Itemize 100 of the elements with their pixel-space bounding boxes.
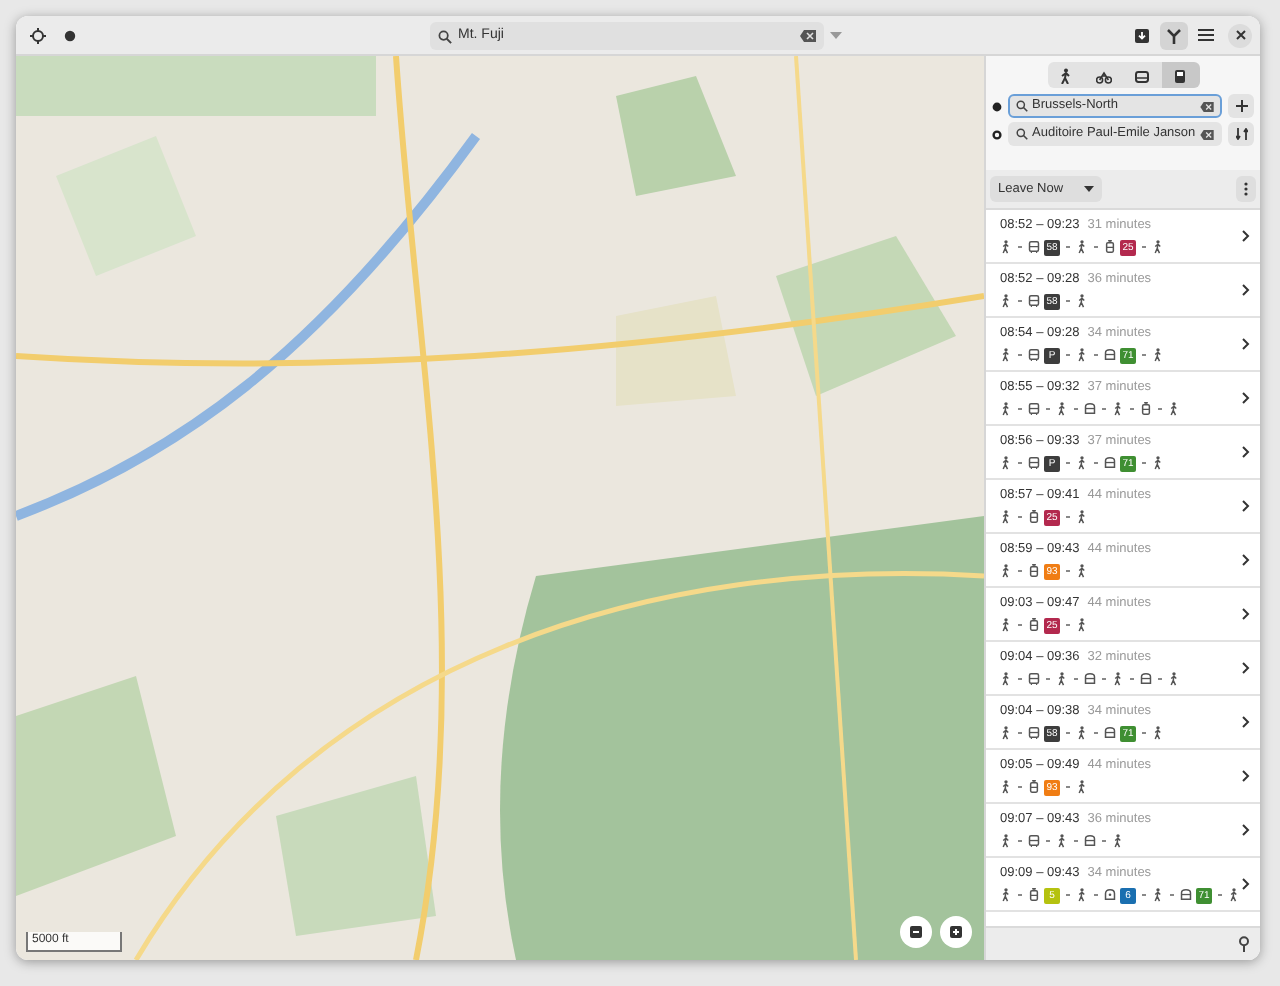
walking-icon	[1000, 348, 1012, 363]
walking-icon	[1168, 402, 1180, 417]
transport-mode-tab[interactable]	[1047, 62, 1085, 88]
crosshair-icon	[30, 27, 46, 43]
bus-icon	[1084, 834, 1096, 849]
tram-icon	[1104, 240, 1116, 255]
walking-icon	[1056, 834, 1068, 849]
chevron-icon	[1242, 878, 1250, 890]
walking-icon	[1228, 888, 1240, 903]
caret-icon	[1084, 186, 1094, 192]
bus-icon	[1028, 240, 1040, 255]
walking-icon	[1000, 618, 1012, 633]
bus-icon	[1028, 294, 1040, 309]
walking-icon	[1058, 67, 1074, 83]
walking-icon	[1000, 834, 1012, 849]
bus-icon	[1140, 672, 1152, 687]
pin-icon[interactable]	[1238, 936, 1250, 952]
more-button[interactable]	[1236, 176, 1256, 202]
walking-icon	[1000, 510, 1012, 525]
tram-icon	[1028, 780, 1040, 795]
walking-icon	[1152, 348, 1164, 363]
bus-icon	[1180, 888, 1192, 903]
walking-icon	[1152, 726, 1164, 741]
route-button[interactable]	[1160, 21, 1188, 49]
chevron-icon	[1242, 824, 1250, 836]
swap-button[interactable]	[1228, 122, 1254, 146]
bus-icon	[1104, 726, 1116, 741]
transport-mode-tab[interactable]	[1161, 62, 1199, 88]
walking-icon	[1000, 672, 1012, 687]
bus-icon	[1028, 402, 1040, 417]
walking-icon	[1076, 510, 1088, 525]
start-dot-icon	[992, 101, 1002, 111]
route-icon	[1166, 27, 1182, 43]
chevron-icon	[1242, 554, 1250, 566]
walking-icon	[1112, 834, 1124, 849]
layers-icon	[64, 29, 76, 41]
walking-icon	[1152, 240, 1164, 255]
tram-icon	[1028, 564, 1040, 579]
walking-icon	[1076, 888, 1088, 903]
bus-icon	[1104, 348, 1116, 363]
add-stop-button[interactable]	[1228, 94, 1254, 118]
chevron-icon	[1242, 338, 1250, 350]
bus-icon	[1084, 402, 1096, 417]
search-icon	[1016, 128, 1028, 140]
close-icon	[1235, 30, 1245, 40]
chevron-icon	[1242, 662, 1250, 674]
clear-icon[interactable]	[1200, 129, 1214, 139]
walking-icon	[1076, 240, 1088, 255]
bicycle-icon	[1096, 67, 1112, 83]
tram-icon	[1028, 618, 1040, 633]
search-icon	[438, 29, 452, 43]
clear-icon[interactable]	[800, 30, 816, 42]
plus-icon	[950, 926, 962, 938]
walking-icon	[1000, 564, 1012, 579]
bus-icon	[1028, 834, 1040, 849]
bus-icon	[1028, 672, 1040, 687]
plus-icon	[1235, 100, 1247, 112]
search-icon	[1016, 100, 1028, 112]
walking-icon	[1000, 888, 1012, 903]
bus-icon	[1028, 726, 1040, 741]
walking-icon	[1000, 780, 1012, 795]
swap-icon	[1235, 128, 1247, 140]
chevron-icon	[1242, 608, 1250, 620]
menu-icon	[1198, 28, 1214, 42]
download-icon	[1134, 27, 1150, 43]
transport-mode-tab[interactable]	[1123, 62, 1161, 88]
walking-icon	[1056, 402, 1068, 417]
walking-icon	[1076, 780, 1088, 795]
walking-icon	[1076, 294, 1088, 309]
end-ring-icon	[992, 129, 1002, 139]
walking-icon	[1112, 402, 1124, 417]
train-icon	[1104, 888, 1116, 903]
walking-icon	[1000, 456, 1012, 471]
chevron-icon	[1242, 230, 1250, 242]
clear-icon[interactable]	[1200, 101, 1214, 111]
walking-icon	[1152, 456, 1164, 471]
walking-icon	[1076, 726, 1088, 741]
bus-icon	[1028, 348, 1040, 363]
walking-icon	[1000, 294, 1012, 309]
chevron-icon	[1242, 716, 1250, 728]
bus-icon	[1028, 456, 1040, 471]
walking-icon	[1056, 672, 1068, 687]
tram-icon	[1172, 67, 1188, 83]
walking-icon	[1076, 456, 1088, 471]
tram-icon	[1140, 402, 1152, 417]
walking-icon	[1152, 888, 1164, 903]
bus-icon	[1104, 456, 1116, 471]
walking-icon	[1076, 348, 1088, 363]
chevron-icon	[1242, 770, 1250, 782]
close-button[interactable]	[1228, 23, 1252, 47]
walking-icon	[1000, 240, 1012, 255]
chevron-icon	[1242, 284, 1250, 296]
walking-icon	[1000, 402, 1012, 417]
chevron-icon	[1242, 392, 1250, 404]
tram-icon	[1028, 888, 1040, 903]
minus-icon	[910, 926, 922, 938]
walking-icon	[1112, 672, 1124, 687]
walking-icon	[1000, 726, 1012, 741]
walking-icon	[1168, 672, 1180, 687]
walking-icon	[1076, 564, 1088, 579]
